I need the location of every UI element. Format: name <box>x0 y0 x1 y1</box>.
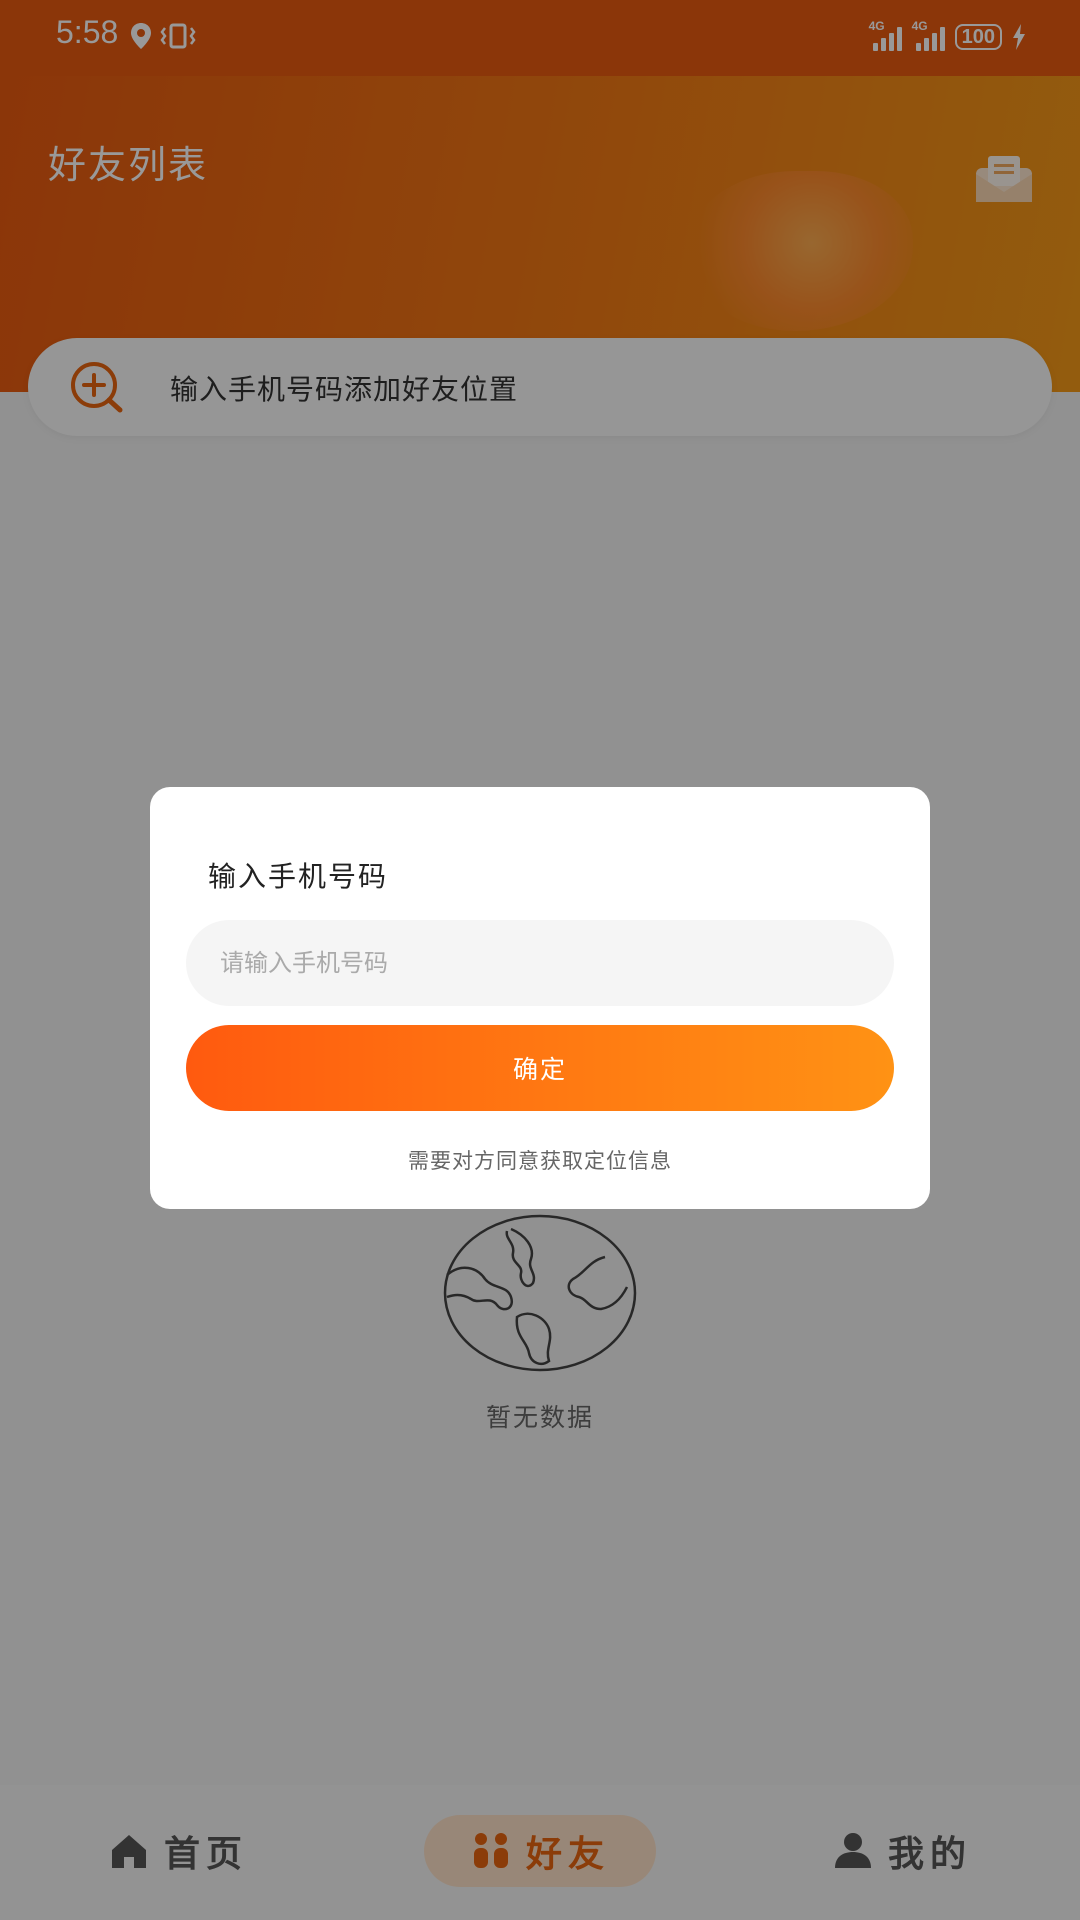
dialog-title: 输入手机号码 <box>208 860 389 893</box>
dialog-hint: 需要对方同意获取定位信息 <box>408 1149 672 1173</box>
phone-number-input[interactable] <box>186 920 894 1006</box>
confirm-button[interactable]: 确定 <box>186 1025 894 1111</box>
phone-input-dialog: 输入手机号码 确定 需要对方同意获取定位信息 <box>150 787 930 1209</box>
